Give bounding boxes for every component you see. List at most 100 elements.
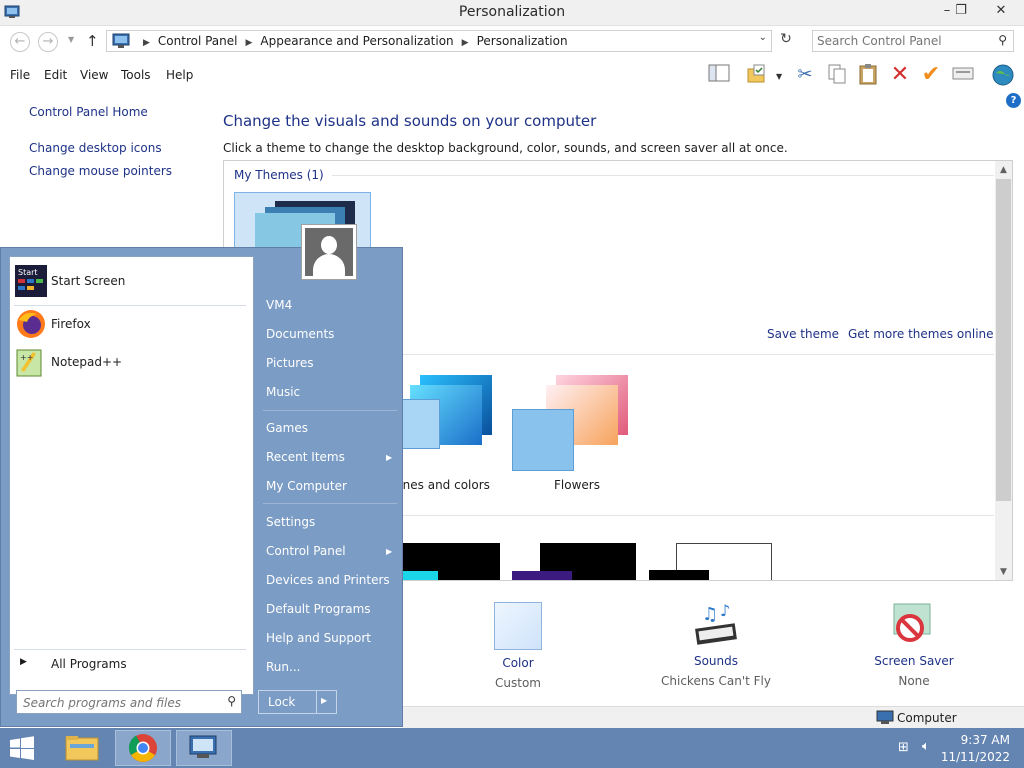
place-control-panel[interactable]: Control Panel: [266, 544, 346, 558]
start-search-box[interactable]: ⚲: [16, 690, 242, 714]
scroll-thumb[interactable]: [996, 179, 1011, 501]
screensaver-label[interactable]: Screen Saver: [854, 654, 974, 668]
theme-high-contrast-1[interactable]: [400, 543, 500, 580]
properties-icon[interactable]: [950, 63, 976, 87]
breadcrumb: ▶ Control Panel ▶ Appearance and Personaliz…: [135, 34, 568, 48]
search-input[interactable]: [817, 33, 987, 49]
computer-icon: [876, 710, 894, 724]
menu-edit[interactable]: Edit: [44, 68, 67, 82]
delete-icon[interactable]: ✕: [887, 63, 913, 87]
color-label[interactable]: Color: [458, 656, 578, 670]
program-firefox[interactable]: Firefox: [15, 308, 245, 342]
search-icon[interactable]: ⚲: [227, 694, 236, 708]
control-panel-icon: [112, 33, 130, 48]
program-notepadpp[interactable]: ++ Notepad++: [15, 346, 245, 380]
folder-options-icon[interactable]: [744, 63, 770, 87]
place-devices-and-printers[interactable]: Devices and Printers: [266, 573, 390, 587]
place-my-computer[interactable]: My Computer: [266, 479, 347, 493]
scroll-up-icon[interactable]: ▲: [995, 165, 1012, 175]
menu-view[interactable]: View: [80, 68, 108, 82]
taskbar-control-panel[interactable]: [176, 730, 232, 766]
chevron-right-icon: ▶: [143, 38, 150, 48]
start-button[interactable]: [8, 736, 36, 760]
copy-icon[interactable]: [824, 63, 850, 87]
chevron-right-icon: ▶: [386, 547, 393, 556]
user-avatar[interactable]: [301, 224, 357, 280]
color-setting[interactable]: Color Custom: [458, 602, 578, 690]
help-icon[interactable]: ?: [1006, 93, 1021, 108]
close-button[interactable]: ✕: [986, 0, 1016, 22]
save-theme-link[interactable]: Save theme: [767, 327, 839, 341]
clock[interactable]: 9:37 AM 11/11/2022: [941, 732, 1010, 766]
search-icon[interactable]: ⚲: [998, 33, 1007, 47]
chevron-right-icon: ▶: [386, 453, 393, 462]
refresh-button[interactable]: ↻: [776, 31, 796, 51]
divider: [402, 515, 994, 516]
layout-icon[interactable]: [706, 63, 732, 87]
change-mouse-pointers-link[interactable]: Change mouse pointers: [29, 164, 172, 178]
taskbar-chrome[interactable]: [115, 730, 171, 766]
notepadpp-icon: ++: [16, 349, 42, 377]
paste-icon[interactable]: [855, 63, 881, 87]
crumb-control-panel[interactable]: Control Panel: [158, 34, 238, 48]
place-pictures[interactable]: Pictures: [266, 356, 314, 370]
forward-button[interactable]: →: [38, 32, 58, 52]
chevron-down-icon[interactable]: ▼: [776, 72, 782, 81]
chevron-right-icon[interactable]: ▶: [321, 696, 327, 705]
search-box[interactable]: ⚲: [812, 30, 1014, 52]
menu-tools[interactable]: Tools: [121, 68, 151, 82]
place-vm4[interactable]: VM4: [266, 298, 292, 312]
sounds-setting[interactable]: ♫ ♪ Sounds Chickens Can't Fly: [656, 600, 776, 688]
recent-pages-icon[interactable]: ▼: [68, 35, 74, 44]
taskbar-file-explorer[interactable]: [54, 730, 110, 766]
place-recent-items[interactable]: Recent Items: [266, 450, 345, 464]
all-programs-button[interactable]: All Programs: [51, 657, 127, 671]
get-more-themes-link[interactable]: Get more themes online: [848, 327, 994, 341]
maximize-button[interactable]: ❐: [946, 0, 976, 22]
place-settings[interactable]: Settings: [266, 515, 315, 529]
scroll-down-icon[interactable]: ▼: [995, 567, 1012, 577]
menu-file[interactable]: File: [10, 68, 30, 82]
change-desktop-icons-link[interactable]: Change desktop icons: [29, 141, 162, 155]
globe-icon[interactable]: [990, 63, 1016, 87]
start-menu-programs: Start Start Screen Firefox ++ Notepad++ …: [9, 256, 254, 695]
volume-icon[interactable]: 🔈︎: [922, 739, 930, 754]
sounds-value: Chickens Can't Fly: [661, 674, 771, 688]
page-heading: Change the visuals and sounds on your co…: [223, 112, 597, 130]
start-search-input[interactable]: [23, 695, 218, 710]
theme-high-contrast-white[interactable]: [649, 543, 772, 580]
place-documents[interactable]: Documents: [266, 327, 334, 341]
screensaver-setting[interactable]: Screen Saver None: [854, 600, 974, 688]
program-start-screen[interactable]: Start Start Screen: [15, 265, 245, 299]
checkmark-icon[interactable]: ✔: [918, 63, 944, 87]
theme-high-contrast-2[interactable]: [512, 543, 636, 580]
place-run[interactable]: Run...: [266, 660, 300, 674]
sounds-label[interactable]: Sounds: [656, 654, 776, 668]
chrome-icon: [128, 734, 157, 762]
place-music[interactable]: Music: [266, 385, 300, 399]
control-panel-home-link[interactable]: Control Panel Home: [29, 105, 148, 119]
network-icon[interactable]: ⊞: [898, 740, 909, 755]
back-button[interactable]: ←: [10, 32, 30, 52]
screensaver-icon: [893, 603, 931, 642]
place-default-programs[interactable]: Default Programs: [266, 602, 371, 616]
theme-lines-and-colors[interactable]: [392, 375, 502, 455]
cut-icon[interactable]: ✂: [792, 63, 818, 87]
crumb-appearance[interactable]: Appearance and Personalization: [260, 34, 453, 48]
theme-flowers[interactable]: [512, 375, 632, 471]
place-help-and-support[interactable]: Help and Support: [266, 631, 371, 645]
address-bar[interactable]: ▶ Control Panel ▶ Appearance and Personaliz…: [106, 30, 772, 52]
theme-label-flowers: Flowers: [554, 478, 600, 492]
chevron-right-icon: ▶: [20, 657, 27, 667]
status-computer: Computer: [897, 711, 957, 725]
menu-help[interactable]: Help: [166, 68, 193, 82]
windows-logo-icon: [10, 736, 34, 760]
themes-scrollbar[interactable]: ▲ ▼: [995, 161, 1012, 580]
start-screen-icon: Start: [15, 265, 47, 297]
place-games[interactable]: Games: [266, 421, 308, 435]
crumb-personalization[interactable]: Personalization: [477, 34, 568, 48]
address-dropdown-icon[interactable]: ⌄: [759, 32, 767, 43]
program-label: Notepad++: [51, 355, 123, 369]
lock-button[interactable]: Lock ▶: [258, 690, 337, 714]
up-button[interactable]: ↑: [86, 32, 99, 50]
